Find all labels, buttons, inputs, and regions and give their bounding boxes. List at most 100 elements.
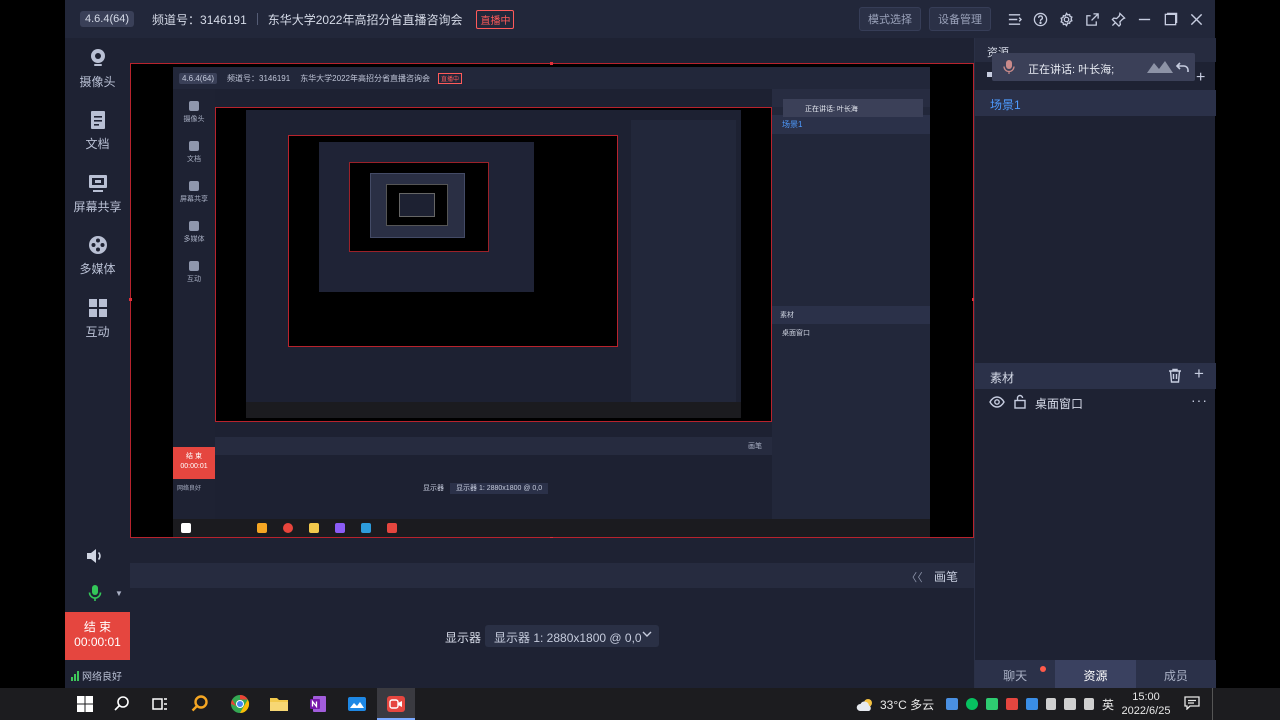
sidebar-item-multimedia[interactable]: 多媒体 [65,235,130,278]
mic-dropdown-icon[interactable]: ▼ [115,589,123,598]
share-external-icon[interactable] [1079,6,1105,32]
volume-icon[interactable] [1064,698,1076,710]
preview-area: 4.6.4(64) 频道号：3146191 东华大学2022年高招分省直播咨询会… [129,38,975,563]
left-sidebar: 摄像头 文档 屏幕共享 多媒体 互动 ▼ 结 束 00:00:01 网络良好 [65,38,130,688]
tray-app-icon[interactable] [946,698,958,710]
input-method-indicator[interactable]: 英 [1102,696,1114,713]
nested-right-panel: 场景1 素材 桌面窗口 聊天 资源 成员 [772,89,930,537]
taskbar-clock[interactable]: 15:00 2022/6/25 [1120,690,1172,718]
nested-title: 东华大学2022年高招分省直播咨询会 [300,73,430,83]
add-material-plus-icon[interactable]: + [1194,364,1204,384]
task-view-icon[interactable] [150,694,170,714]
eye-visibility-icon[interactable] [989,395,1005,409]
nested-sidebar-item: 屏幕共享 [173,181,215,204]
display-selector-area: 显示器 显示器 1: 2880x1800 @ 0,0 [130,588,974,688]
battery-icon[interactable] [1084,698,1094,710]
camera-icon [90,49,105,66]
channel-number: 频道号：3146191 [152,12,247,27]
nested-network: 网络良好 [177,486,202,492]
nested-preview [215,107,772,422]
nested-screen-capture: 4.6.4(64) 频道号：3146191 东华大学2022年高招分省直播咨询会… [173,67,930,537]
sidebar-item-camera[interactable]: 摄像头 [65,48,130,91]
nested-talking-toast: 正在讲话: 叶长海 [783,99,923,117]
sidebar-item-interact[interactable]: 互动 [65,298,130,341]
weather-widget[interactable]: 33°C 多云 [856,696,934,713]
end-live-button[interactable]: 结 束 00:00:01 [65,612,130,660]
weather-text: 33°C 多云 [880,698,935,712]
show-desktop-button[interactable] [1212,688,1213,720]
speaking-text: 正在讲话: 叶长海; [1028,64,1115,76]
help-icon[interactable] [1027,6,1053,32]
nested-materials-header: 素材 [772,306,930,324]
clock-date: 2022/6/25 [1121,705,1171,717]
nested-level-6 [370,173,465,238]
version-badge: 4.6.4(64) [80,11,135,27]
nested-material-item: 桌面窗口 [782,330,810,337]
maximize-icon[interactable] [1157,6,1183,32]
photos-app-icon[interactable] [347,694,367,714]
nested-level-2 [246,110,741,418]
title-bar: 4.6.4(64) 频道号：3146191 东华大学2022年高招分省直播咨询会… [65,0,1215,38]
letterbox-right [1215,0,1280,688]
live-app-icon[interactable] [386,694,406,714]
materials-header: 素材 + [975,363,1216,389]
speaker-volume-icon[interactable] [85,546,107,568]
nested-level-4 [319,142,534,292]
nested-sidebar-item: 互动 [173,261,215,284]
notification-center-icon[interactable] [1184,696,1200,710]
tray-record-icon[interactable] [1006,698,1018,710]
trash-icon[interactable] [1168,368,1182,383]
search-app-icon[interactable] [190,694,210,714]
speaker-mic-icon [1002,59,1016,75]
display-select[interactable]: 显示器 1: 2880x1800 @ 0,0 [485,625,659,647]
onenote-icon[interactable] [308,694,328,714]
tab-members[interactable]: 成员 [1136,660,1216,688]
windows-taskbar: 33°C 多云 英 15:00 2022/6/25 [0,688,1280,720]
device-manage-button[interactable]: 设备管理 [929,7,991,31]
screen-share-preview[interactable]: 4.6.4(64) 频道号：3146191 东华大学2022年高招分省直播咨询会… [129,62,975,539]
nested-end-button: 结 束 00:00:01 [173,447,215,479]
unlock-icon[interactable] [1013,394,1027,409]
sidebar-label-camera: 摄像头 [79,75,116,89]
close-icon[interactable] [1183,6,1209,32]
menu-icon[interactable] [1001,6,1027,32]
pen-label: 画笔 [933,570,958,584]
minimize-icon[interactable] [1131,6,1157,32]
settings-gear-icon[interactable] [1053,6,1079,32]
sidebar-item-screen-share[interactable]: 屏幕共享 [65,173,130,216]
end-label: 结 束 [83,620,112,634]
nested-taskbar [173,519,930,537]
nested-level-2-panel [631,120,736,414]
file-explorer-icon[interactable] [269,694,289,714]
add-scene-plus-icon[interactable]: + [1196,69,1205,87]
audio-wave-icon [1147,59,1173,75]
search-icon[interactable] [112,694,132,714]
tray-recycle-icon[interactable] [986,698,998,710]
network-wifi-icon[interactable] [1046,698,1056,710]
double-chevron-left-icon: 〈〈 [906,572,923,584]
cloudy-weather-icon [856,698,872,711]
tab-chat[interactable]: 聊天 [975,660,1055,688]
microphone-icon[interactable]: ▼ [85,583,123,605]
material-item[interactable]: 桌面窗口 ··· [975,389,1216,415]
scene-item[interactable]: 场景1 [975,90,1216,116]
wechat-icon[interactable] [966,698,978,710]
right-panel: 资源 正在讲话: 叶长海; + 场景1 素材 + [974,38,1216,688]
pen-toggle-button[interactable]: 〈〈 画笔 [906,568,958,585]
tab-resources[interactable]: 资源 [1055,660,1136,688]
mode-select-button[interactable]: 模式选择 [859,7,921,31]
pin-icon[interactable] [1105,6,1131,32]
materials-title: 素材 [990,371,1015,385]
sidebar-item-document[interactable]: 文档 [65,110,130,153]
live-timer: 00:00:01 [74,635,121,649]
tray-monitor-icon[interactable] [1026,698,1038,710]
more-options-icon[interactable]: ··· [1191,392,1208,408]
pen-toolbar: 〈〈 画笔 [130,563,974,588]
nested-level-7 [386,184,448,226]
nested-version: 4.6.4(64) [179,72,218,84]
undo-icon[interactable] [1175,59,1191,75]
chrome-icon[interactable] [230,694,250,714]
tab-members-label: 成员 [1163,669,1188,683]
windows-start-icon[interactable] [75,694,95,714]
nested-level-2-taskbar [246,402,741,418]
